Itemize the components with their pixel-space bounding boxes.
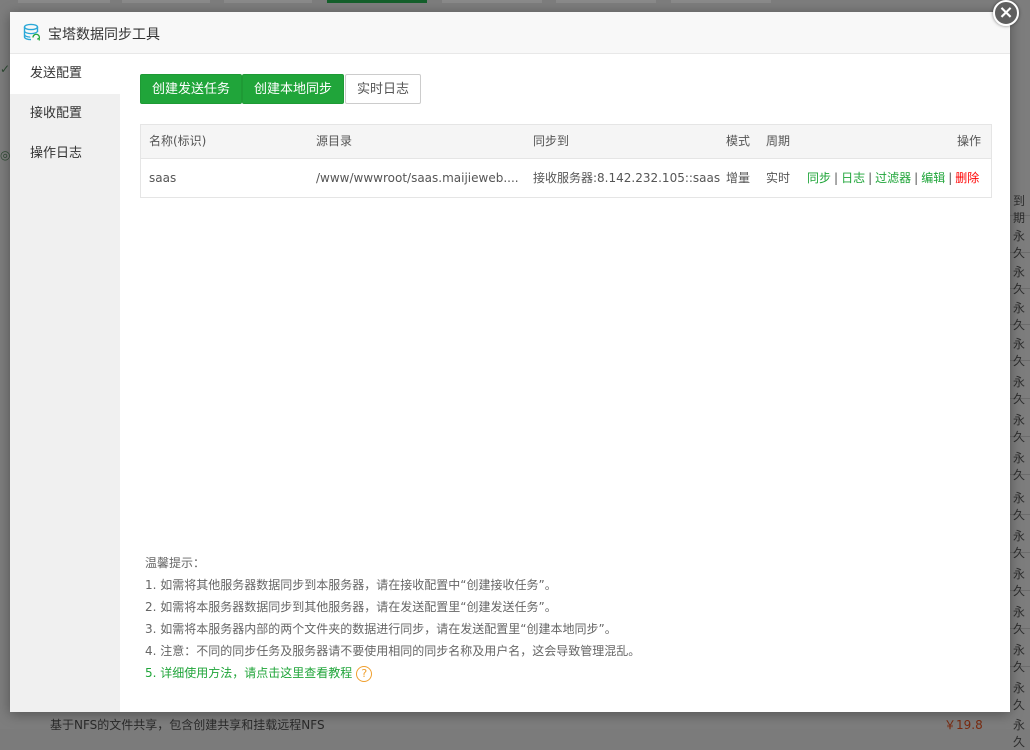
close-icon[interactable]: ×	[993, 0, 1019, 26]
sync-tool-dialog: 宝塔数据同步工具 发送配置 接收配置 操作日志 创建发送任务 创建本地同步 实时…	[10, 12, 1010, 712]
bg-cell: 永久	[1013, 337, 1026, 368]
bg-cell: 永久	[1013, 718, 1026, 749]
bg-tab	[442, 0, 542, 3]
bg-tab	[671, 0, 771, 3]
bg-tab-active	[327, 0, 427, 3]
main-content: 创建发送任务 创建本地同步 实时日志 名称(标识) 源目录 同步到 模式 周期 …	[120, 54, 1010, 712]
col-header-target: 同步到	[533, 134, 570, 148]
col-header-mode: 模式	[726, 134, 751, 148]
bg-check-icon: ✓	[0, 62, 11, 76]
bg-tab	[224, 0, 312, 3]
source-dir-link[interactable]: /www/wwwroot/saas.maijieweb....	[316, 159, 519, 197]
tip-line: 1. 如需将其他服务器数据同步到本服务器，请在接收配置中“创建接收任务”。	[145, 578, 557, 592]
bg-tab	[18, 0, 110, 3]
bg-cell: 永久	[1013, 491, 1026, 522]
bg-cell: 永久	[1013, 413, 1026, 444]
bg-cell: 永久	[1013, 681, 1026, 712]
bg-cell: 永久	[1013, 529, 1026, 560]
task-name: saas	[149, 171, 177, 185]
help-icon[interactable]: ?	[356, 665, 373, 682]
bg-cell: 永久	[1013, 643, 1026, 674]
bg-cell: 永久	[1013, 229, 1026, 260]
bg-globe-icon: ◎	[0, 148, 11, 162]
sidebar: 发送配置 接收配置 操作日志	[10, 54, 120, 712]
sync-target: 接收服务器:8.142.232.105::saas	[533, 171, 721, 185]
sync-period: 实时	[766, 171, 791, 185]
sidebar-item-operation-log[interactable]: 操作日志	[10, 134, 120, 174]
bg-footer-text: 基于NFS的文件共享，包含创建共享和挂载远程NFS	[50, 718, 325, 732]
row-actions: 同步 | 日志 | 过滤器 | 编辑 | 删除	[807, 159, 979, 197]
filter-action-link[interactable]: 过滤器	[875, 171, 911, 185]
sidebar-item-send-config[interactable]: 发送配置	[10, 54, 120, 94]
tip-tutorial-row: 5. 详细使用方法，请点击这里查看教程?	[145, 662, 640, 684]
bg-cell: 永久	[1013, 301, 1026, 332]
action-separator: |	[868, 171, 873, 185]
dialog-title: 宝塔数据同步工具	[48, 27, 160, 43]
bg-cell: 永久	[1013, 605, 1026, 636]
col-header-source: 源目录	[316, 134, 353, 148]
action-separator: |	[948, 171, 953, 185]
tip-line: 4. 注意：不同的同步任务及服务器请不要使用相同的同步名称及用户名，这会导致管理…	[145, 644, 641, 658]
tip-line: 3. 如需将本服务器内部的两个文件夹的数据进行同步，请在发送配置里“创建本地同步…	[145, 622, 617, 636]
col-header-action: 操作	[957, 134, 982, 148]
sync-action-link[interactable]: 同步	[807, 171, 831, 185]
bg-cell: 到期	[1013, 194, 1026, 225]
tips-title: 温馨提示：	[145, 556, 206, 570]
sidebar-item-receive-config[interactable]: 接收配置	[10, 94, 120, 134]
bg-cell: 永久	[1013, 375, 1026, 406]
table-row: saas /www/wwwroot/saas.maijieweb.... 接收服…	[141, 159, 991, 197]
tips-section: 温馨提示： 1. 如需将其他服务器数据同步到本服务器，请在接收配置中“创建接收任…	[145, 552, 640, 684]
dialog-header[interactable]: 宝塔数据同步工具	[10, 12, 1010, 54]
sync-task-table: 名称(标识) 源目录 同步到 模式 周期 操作 saas /www/wwwroo…	[140, 124, 992, 198]
realtime-log-button[interactable]: 实时日志	[345, 74, 422, 104]
tip-line: 2. 如需将本服务器数据同步到其他服务器，请在发送配置里“创建发送任务”。	[145, 600, 557, 614]
action-separator: |	[914, 171, 919, 185]
database-sync-icon	[23, 23, 41, 41]
bg-cell: 永久	[1013, 265, 1026, 296]
col-header-period: 周期	[766, 134, 791, 148]
create-send-task-button[interactable]: 创建发送任务	[140, 74, 243, 104]
tutorial-link[interactable]: 5. 详细使用方法，请点击这里查看教程	[145, 666, 352, 680]
bg-cell: 永久	[1013, 451, 1026, 482]
action-separator: |	[834, 171, 839, 185]
bg-tab	[122, 0, 210, 3]
bg-footer-price: ￥19.8	[944, 718, 983, 732]
col-header-name: 名称(标识)	[149, 134, 207, 148]
table-header-row: 名称(标识) 源目录 同步到 模式 周期 操作	[141, 125, 991, 159]
edit-action-link[interactable]: 编辑	[921, 171, 945, 185]
delete-action-link[interactable]: 删除	[955, 171, 979, 185]
bg-tab	[556, 0, 656, 3]
sync-mode: 增量	[726, 171, 751, 185]
bg-cell: 永久	[1013, 567, 1026, 598]
log-action-link[interactable]: 日志	[841, 171, 865, 185]
create-local-sync-button[interactable]: 创建本地同步	[242, 74, 345, 104]
